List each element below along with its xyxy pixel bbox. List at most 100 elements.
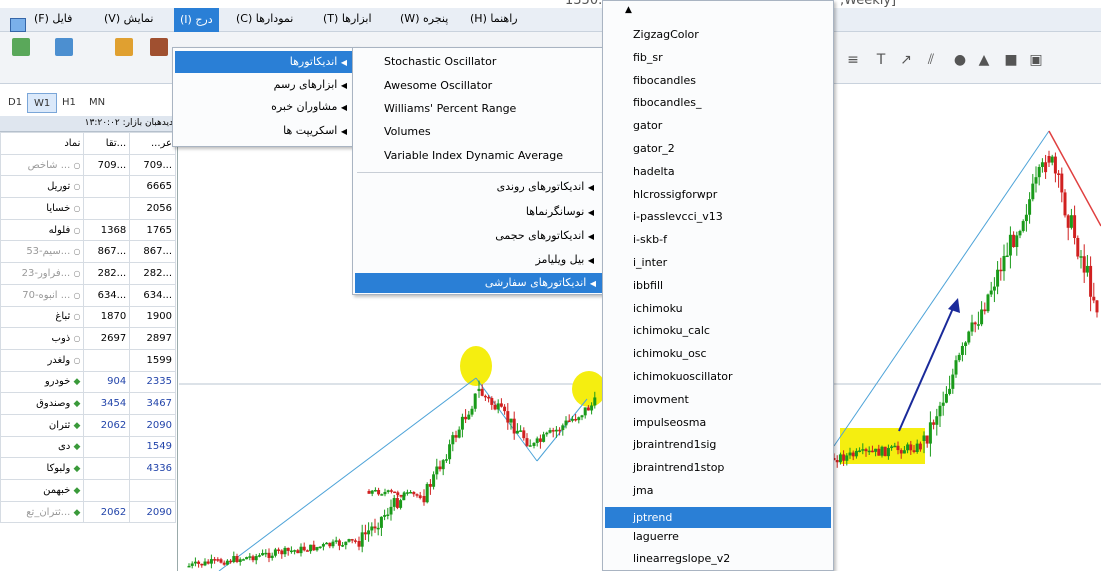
indicator-williams[interactable]: Williams' Percent Range	[384, 102, 516, 115]
table-row[interactable]: ◆ ثتران 2062 2090	[0, 413, 176, 437]
custom-indicator-item[interactable]: laguerre	[633, 530, 679, 543]
diamond-icon: ◆	[73, 377, 81, 388]
diamond-icon: ◆	[73, 507, 81, 518]
custom-indicator-item[interactable]: i-skb-f	[633, 233, 667, 246]
candle-body	[554, 429, 558, 432]
indicator-group-bill-williams[interactable]: ◀ بیل ویلیامز	[357, 253, 602, 266]
custom-indicator-item[interactable]: ichimokuoscillator	[633, 370, 733, 383]
custom-indicator-item[interactable]: i_inter	[633, 256, 667, 269]
candle-body	[305, 550, 309, 552]
menu-insert[interactable]: درج (I)	[174, 8, 219, 32]
arrow-head	[948, 298, 960, 313]
app-icon[interactable]	[10, 18, 26, 32]
triangle-tool-icon[interactable]: ▲	[976, 52, 992, 68]
menu-help[interactable]: راهنما (H)	[470, 12, 518, 25]
custom-indicator-item[interactable]: jma	[633, 484, 654, 497]
candle-body	[561, 425, 565, 431]
custom-indicator-item[interactable]: jbraintrend1stop	[633, 461, 724, 474]
table-row[interactable]: ○ ولغدر 1599	[0, 348, 176, 372]
table-row[interactable]: ◆ دی 1549	[0, 435, 176, 459]
channel-tool-icon[interactable]: ⫽	[923, 52, 939, 68]
table-row[interactable]: ○ ثباغ 1870 1900	[0, 305, 176, 329]
custom-indicator-item[interactable]: imovment	[633, 393, 689, 406]
table-row[interactable]: ◆ خودرو 904 2335	[0, 370, 176, 394]
candle-body	[848, 452, 852, 456]
custom-indicator-item[interactable]: ibbfill	[633, 279, 663, 292]
indicator-volumes[interactable]: Volumes	[384, 125, 431, 138]
custom-indicator-item[interactable]: gator_2	[633, 142, 675, 155]
grid-icon[interactable]: ≡	[845, 52, 861, 68]
indicator-group-custom[interactable]: ◀ اندیکاتورهای سفارشی	[355, 273, 604, 293]
menu-window[interactable]: پنجره (W)	[400, 12, 448, 25]
profiles-icon[interactable]	[55, 38, 73, 56]
table-row[interactable]: ◆ خبهمن	[0, 479, 176, 502]
table-row[interactable]: ○ توریل 6665	[0, 175, 176, 199]
market-watch-panel: دیدهبان بازار: ۱۳:۲۰:۰۲ نماد تقا... ...ع…	[0, 116, 178, 571]
indicator-group-volumes[interactable]: ◀ اندیکاتورهای حجمی	[357, 229, 602, 242]
custom-indicator-item[interactable]: hlcrossigforwpr	[633, 188, 717, 201]
period-d1[interactable]: D1	[2, 93, 28, 113]
table-row[interactable]: ○ ... شاخص 709... 709...	[0, 153, 176, 177]
indicator-group-trend[interactable]: ◀ اندیکاتورهای روندی	[357, 180, 602, 193]
menu-file[interactable]: فایل (F)	[34, 12, 72, 25]
custom-indicator-item[interactable]: jptrend	[605, 506, 831, 528]
candle-body	[932, 422, 936, 425]
table-row[interactable]: ○ ...فراور-23 282... 282...	[0, 262, 176, 285]
custom-indicator-item[interactable]: ichimoku	[633, 302, 683, 315]
custom-indicator-item[interactable]: impulseosma	[633, 416, 706, 429]
custom-indicator-item[interactable]: ZigzagColor	[633, 28, 699, 41]
candle-body	[915, 443, 919, 452]
custom-indicator-item[interactable]: ichimoku_osc	[633, 347, 707, 360]
pen-tool-icon[interactable]: ↗	[898, 52, 914, 68]
indicator-stochastic[interactable]: Stochastic Oscillator	[384, 55, 496, 68]
period-mn[interactable]: MN	[83, 93, 111, 113]
candle-body	[970, 322, 974, 332]
custom-indicator-item[interactable]: fibocandles_	[633, 96, 701, 109]
menu-charts[interactable]: نمودارها (C)	[236, 12, 293, 25]
custom-indicator-item[interactable]: ichimoku_calc	[633, 324, 710, 337]
candle-body	[1073, 215, 1077, 238]
custom-indicator-item[interactable]: fib_sr	[633, 51, 663, 64]
custom-indicator-item[interactable]: linearregslope_v2	[633, 552, 730, 565]
custom-indicator-item[interactable]: hadelta	[633, 165, 675, 178]
insert-menu-indicators[interactable]: ◀ اندیکاتورها	[175, 51, 355, 73]
candle-body	[835, 460, 839, 463]
indicator-vidya[interactable]: Variable Index Dynamic Average	[384, 149, 563, 162]
insert-menu-scripts[interactable]: ◀ اسکریپت ها	[175, 124, 355, 137]
menu-view[interactable]: نمایش (V)	[104, 12, 153, 25]
new-chart-icon[interactable]	[12, 38, 30, 56]
rectangle-tool-icon[interactable]: ■	[1003, 52, 1019, 68]
ellipse-tool-icon[interactable]: ●	[952, 52, 968, 68]
period-w1[interactable]: W1	[27, 93, 58, 113]
label-tool-icon[interactable]: ▣	[1028, 52, 1044, 68]
candle-body	[460, 416, 464, 430]
market-watch-icon[interactable]	[115, 38, 133, 56]
menu-tools[interactable]: ابزارها (T)	[323, 12, 372, 25]
table-row[interactable]: ◆ ولبوکا 4336	[0, 457, 176, 480]
period-h1[interactable]: H1	[56, 93, 82, 113]
table-row[interactable]: ◆ وصندوق 3454 3467	[0, 392, 176, 415]
scroll-up-arrow-icon[interactable]: ▲	[625, 5, 632, 15]
table-row[interactable]: ○ ...سیم-53 867... 867...	[0, 240, 176, 264]
insert-menu-drawing-tools[interactable]: ◀ ابزارهای رسم	[175, 78, 355, 91]
navigator-icon[interactable]	[150, 38, 168, 56]
candle-body	[438, 466, 442, 470]
indicator-awesome[interactable]: Awesome Oscillator	[384, 79, 492, 92]
candle-body	[219, 559, 223, 563]
custom-indicator-item[interactable]: i-passlevcci_v13	[633, 210, 723, 223]
table-row[interactable]: ○ فلوله 1368 1765	[0, 218, 176, 242]
custom-indicator-item[interactable]: jbraintrend1sig	[633, 438, 716, 451]
table-row[interactable]: ◆ ...ثتران_تع 2062 2090	[0, 500, 176, 524]
candle-body	[845, 455, 849, 461]
candle-body	[222, 562, 226, 565]
table-row[interactable]: ○ ... انبوه-70 634... 634...	[0, 283, 176, 307]
custom-indicator-item[interactable]: fibocandles	[633, 74, 696, 87]
table-row[interactable]: ○ ذوب 2697 2897	[0, 327, 176, 350]
table-row[interactable]: ○ خسایا 2056	[0, 197, 176, 220]
indicator-group-oscillators[interactable]: ◀ نوسانگرنماها	[357, 205, 602, 218]
custom-indicator-item[interactable]: gator	[633, 119, 662, 132]
candle-body	[273, 549, 277, 556]
insert-menu-expert-advisors[interactable]: ◀ مشاوران خبره	[175, 100, 355, 113]
text-tool-icon[interactable]: T	[873, 52, 889, 68]
candle-body	[503, 406, 507, 412]
